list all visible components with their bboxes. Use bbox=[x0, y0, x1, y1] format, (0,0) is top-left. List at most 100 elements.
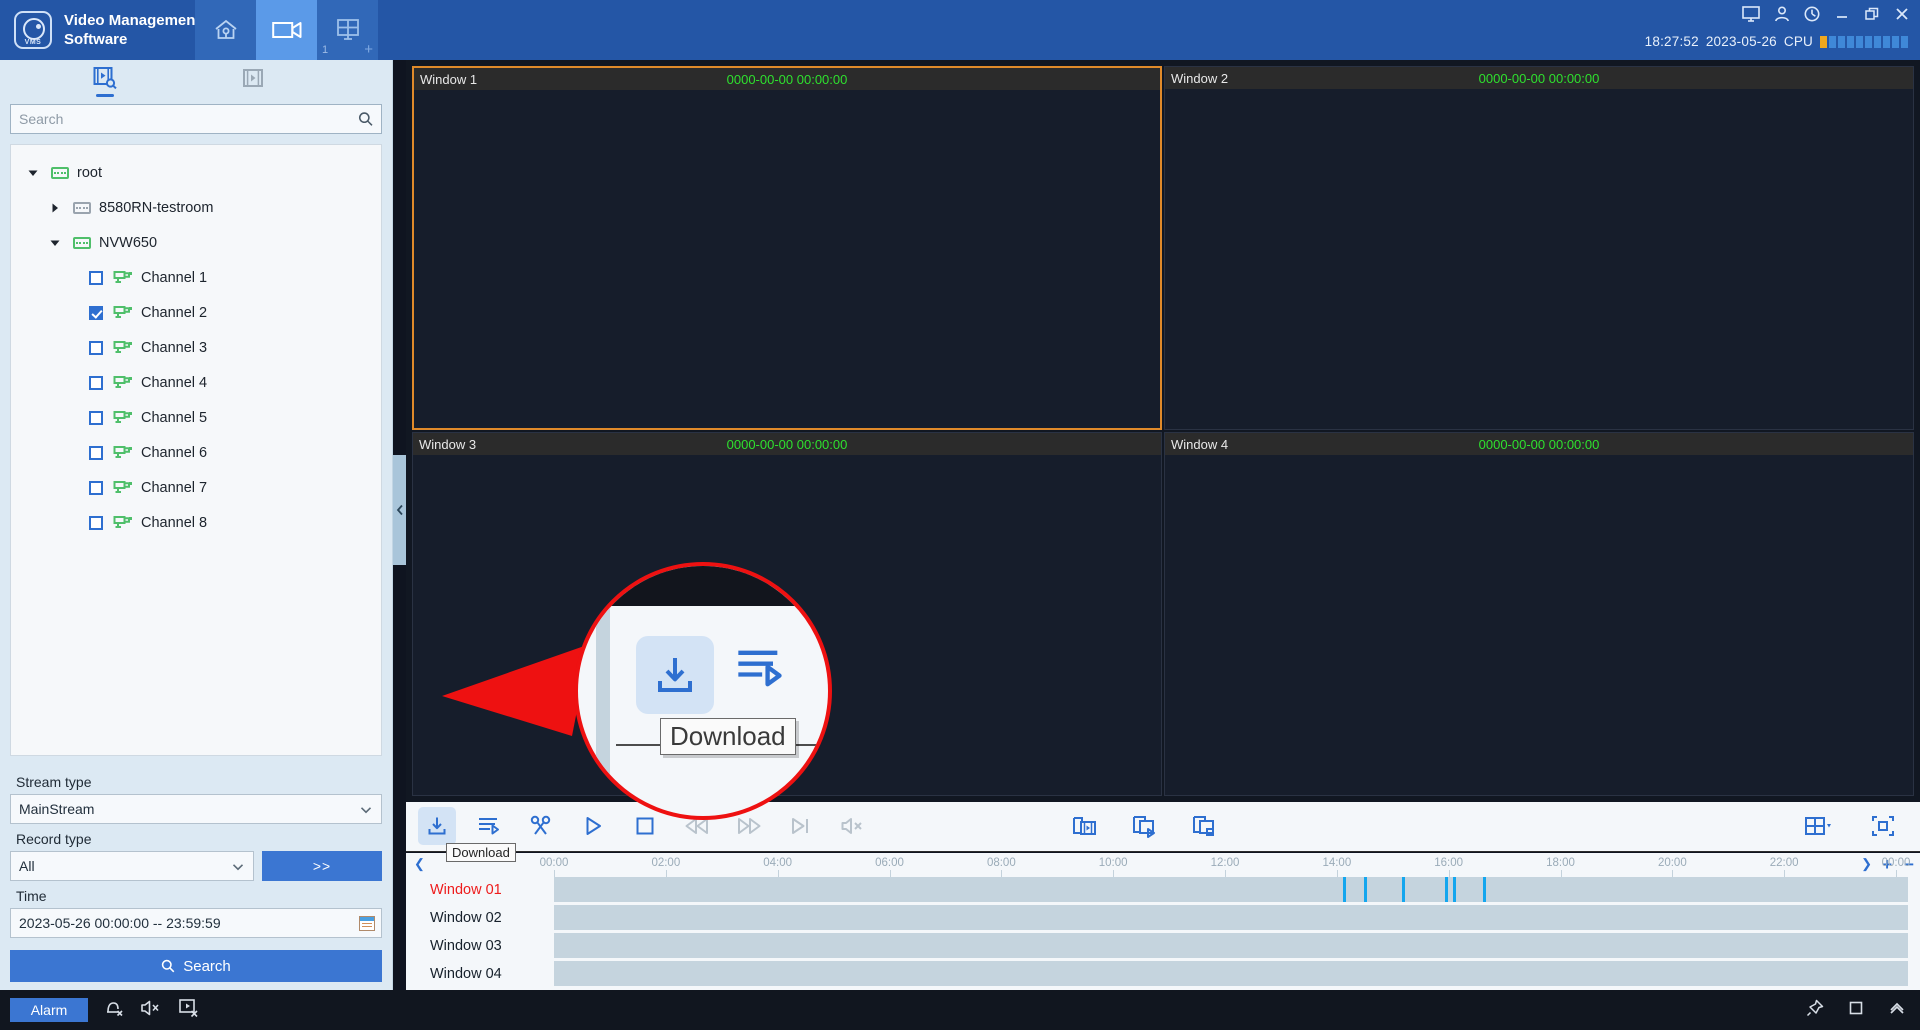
device-tree[interactable]: root8580RN-testroomNVW650Channel 1Channe… bbox=[10, 144, 382, 756]
tab-video-search[interactable] bbox=[90, 63, 120, 93]
tree-item-checkbox[interactable] bbox=[89, 341, 103, 355]
search-input[interactable] bbox=[19, 111, 358, 127]
video-cell[interactable]: Window 40000-00-00 00:00:00 bbox=[1164, 432, 1914, 796]
speaker-muted-icon[interactable] bbox=[140, 999, 162, 1021]
timeline-track[interactable] bbox=[554, 877, 1908, 902]
timeline-tick-label: 10:00 bbox=[1099, 857, 1128, 869]
video-cell-canvas[interactable] bbox=[414, 90, 1160, 428]
magnifier-playlist-button[interactable] bbox=[734, 644, 786, 696]
tree-item[interactable]: Channel 2 bbox=[11, 295, 381, 330]
tree-item[interactable]: NVW650 bbox=[11, 225, 381, 260]
timeline-record-marker[interactable] bbox=[1445, 877, 1448, 902]
stop-button[interactable] bbox=[626, 807, 664, 845]
tree-item[interactable]: Channel 6 bbox=[11, 435, 381, 470]
pin-icon[interactable] bbox=[1806, 999, 1824, 1021]
alarm-off-icon[interactable] bbox=[104, 998, 124, 1022]
restore-icon[interactable] bbox=[1864, 6, 1880, 26]
video-cell[interactable]: Window 10000-00-00 00:00:00 bbox=[412, 66, 1162, 430]
tree-item-checkbox[interactable] bbox=[89, 481, 103, 495]
timeline-row[interactable]: Window 01 bbox=[406, 877, 1920, 902]
magnifier-download-button[interactable] bbox=[636, 636, 714, 714]
tree-spacer bbox=[69, 445, 85, 461]
fullscreen-button[interactable] bbox=[1864, 807, 1902, 845]
timeline-record-marker[interactable] bbox=[1483, 877, 1486, 902]
timeline-record-marker[interactable] bbox=[1364, 877, 1367, 902]
tree-item[interactable]: Channel 7 bbox=[11, 470, 381, 505]
time-range-field[interactable]: 2023-05-26 00:00:00 -- 23:59:59 bbox=[10, 908, 382, 938]
active-tab-underline bbox=[96, 94, 114, 97]
nav-tab-home[interactable] bbox=[195, 0, 256, 60]
chevron-down-icon[interactable] bbox=[25, 165, 41, 181]
clip-button[interactable] bbox=[522, 807, 560, 845]
minimize-icon[interactable] bbox=[1834, 6, 1850, 26]
timeline-record-marker[interactable] bbox=[1402, 877, 1405, 902]
status-bar: Alarm bbox=[0, 990, 1920, 1030]
close-icon[interactable] bbox=[1894, 6, 1910, 26]
timeline-track[interactable] bbox=[554, 933, 1908, 958]
video-cell-canvas[interactable] bbox=[1165, 89, 1913, 429]
tree-item-checkbox[interactable] bbox=[89, 446, 103, 460]
power-icon[interactable] bbox=[1804, 6, 1820, 26]
alarm-button[interactable]: Alarm bbox=[10, 998, 88, 1022]
video-cell-canvas[interactable] bbox=[1165, 455, 1913, 795]
search-box[interactable] bbox=[10, 104, 382, 134]
sidebar-collapse-handle[interactable] bbox=[393, 455, 406, 565]
stop-all-button[interactable] bbox=[1186, 807, 1224, 845]
timeline-record-marker[interactable] bbox=[1343, 877, 1346, 902]
tree-item[interactable]: Channel 8 bbox=[11, 505, 381, 540]
search-button[interactable]: Search bbox=[10, 950, 382, 982]
chevron-down-icon[interactable] bbox=[47, 235, 63, 251]
layout-button[interactable] bbox=[1800, 807, 1838, 845]
tree-item[interactable]: Channel 4 bbox=[11, 365, 381, 400]
timeline-row[interactable]: Window 03 bbox=[406, 933, 1920, 958]
tree-item-checkbox[interactable] bbox=[89, 411, 103, 425]
timeline-row[interactable]: Window 04 bbox=[406, 961, 1920, 986]
download-button[interactable] bbox=[418, 807, 456, 845]
timeline-tick bbox=[1113, 870, 1114, 877]
camera-icon bbox=[113, 410, 133, 425]
tree-item-checkbox[interactable] bbox=[89, 306, 103, 320]
video-cell[interactable]: Window 20000-00-00 00:00:00 bbox=[1164, 66, 1914, 430]
nav-tab-layout[interactable]: 1 + bbox=[317, 0, 378, 60]
timeline-prev-button[interactable]: ❮ bbox=[414, 856, 425, 872]
record-type-select[interactable]: All bbox=[10, 851, 254, 881]
record-off-icon[interactable] bbox=[178, 998, 200, 1022]
capture-button[interactable] bbox=[1066, 807, 1104, 845]
timeline-next-button[interactable]: ❯ bbox=[1861, 856, 1872, 872]
timeline[interactable]: ❮ ❯ + − 00:0002:0004:0006:0008:0010:0012… bbox=[406, 853, 1920, 990]
timeline-record-marker[interactable] bbox=[1453, 877, 1456, 902]
user-icon[interactable] bbox=[1774, 6, 1790, 26]
tree-item-checkbox[interactable] bbox=[89, 376, 103, 390]
stream-type-select[interactable]: MainStream bbox=[10, 794, 382, 824]
mute-button[interactable] bbox=[834, 807, 872, 845]
chevron-right-icon[interactable] bbox=[47, 200, 63, 216]
tree-item[interactable]: root bbox=[11, 155, 381, 190]
tab-video-file[interactable] bbox=[238, 63, 268, 93]
tree-item[interactable]: 8580RN-testroom bbox=[11, 190, 381, 225]
video-cell-timestamp: 0000-00-00 00:00:00 bbox=[413, 437, 1161, 452]
logo-text: VMS bbox=[16, 39, 50, 46]
record-type-label: Record type bbox=[16, 831, 382, 847]
advanced-button[interactable]: >> bbox=[262, 851, 382, 881]
tree-item[interactable]: Channel 3 bbox=[11, 330, 381, 365]
tree-item[interactable]: Channel 5 bbox=[11, 400, 381, 435]
tree-spacer bbox=[69, 515, 85, 531]
transport-controls: Download bbox=[418, 807, 872, 845]
add-layout-button[interactable]: + bbox=[364, 41, 373, 58]
nav-tab-playback[interactable] bbox=[256, 0, 317, 60]
maximize-icon[interactable] bbox=[1848, 1000, 1864, 1020]
timeline-track[interactable] bbox=[554, 905, 1908, 930]
play-all-button[interactable] bbox=[1126, 807, 1164, 845]
timeline-row[interactable]: Window 02 bbox=[406, 905, 1920, 930]
tree-item-checkbox[interactable] bbox=[89, 271, 103, 285]
timeline-track[interactable] bbox=[554, 961, 1908, 986]
timeline-tick-label: 14:00 bbox=[1322, 857, 1351, 869]
tree-item-checkbox[interactable] bbox=[89, 516, 103, 530]
batch-playlist-button[interactable] bbox=[470, 807, 508, 845]
next-frame-button[interactable] bbox=[782, 807, 820, 845]
chevron-up-icon[interactable] bbox=[1888, 1000, 1906, 1020]
timeline-ruler[interactable]: ❮ ❯ + − 00:0002:0004:0006:0008:0010:0012… bbox=[406, 853, 1920, 875]
tree-item[interactable]: Channel 1 bbox=[11, 260, 381, 295]
display-icon[interactable] bbox=[1742, 6, 1760, 26]
calendar-icon[interactable] bbox=[359, 916, 375, 931]
